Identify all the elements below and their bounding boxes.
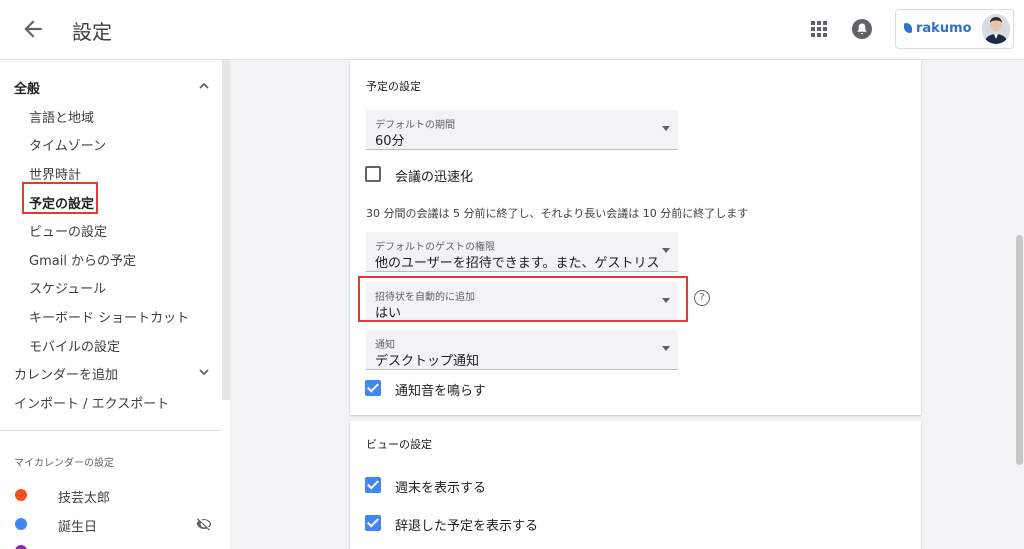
select-value: デスクトップ通知 (375, 354, 480, 369)
account-switcher[interactable]: rakumo (895, 9, 1014, 49)
notifications-select[interactable]: 通知 デスクトップ通知 (366, 330, 678, 370)
auto-add-highlight-frame (358, 276, 688, 322)
guest-permissions-select[interactable]: デフォルトのゲストの権限 他のユーザーを招待できます。また、ゲストリス… (366, 232, 678, 272)
my-calendar-item[interactable]: 誕生日 (58, 516, 97, 535)
brand-name: rakumo (916, 21, 972, 36)
calendar-color-dot (15, 518, 27, 530)
event-settings-card: 予定の設定 デフォルトの期間 60分 会議の迅速化 30 分間の会議は 5 分前… (350, 60, 921, 415)
sidebar-item-events-from-gmail[interactable]: Gmail からの予定 (29, 250, 136, 269)
show-weekends-checkbox[interactable] (365, 477, 381, 493)
brand-mark-icon (904, 23, 912, 33)
sidebar-scrollbar[interactable] (222, 60, 230, 400)
select-label: デフォルトの期間 (375, 120, 455, 131)
show-declined-checkbox[interactable] (365, 515, 381, 531)
brand-logo: rakumo (904, 21, 972, 36)
sidebar-divider (0, 430, 222, 431)
notifications-icon[interactable] (851, 18, 873, 40)
dropdown-caret-icon (662, 346, 670, 351)
event-settings-title: 予定の設定 (366, 80, 421, 93)
chevron-up-icon[interactable] (198, 80, 210, 92)
show-weekends-label: 週末を表示する (395, 481, 487, 496)
chevron-down-icon[interactable] (198, 366, 210, 378)
visibility-off-icon[interactable] (196, 516, 212, 532)
sidebar-item-language-region[interactable]: 言語と地域 (29, 107, 94, 126)
speedy-meetings-checkbox[interactable] (365, 166, 381, 182)
sidebar-item-view-settings[interactable]: ビューの設定 (29, 221, 107, 240)
page-title: 設定 (72, 20, 112, 44)
default-duration-select[interactable]: デフォルトの期間 60分 (366, 110, 678, 150)
avatar[interactable] (982, 14, 1010, 44)
back-arrow-icon[interactable] (20, 16, 46, 42)
calendar-color-dot (15, 489, 27, 501)
app-header: 設定 rakumo (0, 0, 1024, 60)
play-sound-checkbox[interactable] (365, 380, 381, 396)
view-settings-title: ビューの設定 (366, 438, 432, 451)
select-value: 60分 (375, 134, 405, 149)
dropdown-caret-icon (662, 126, 670, 131)
sidebar-item-schedule[interactable]: スケジュール (29, 278, 106, 297)
main-scrollbar[interactable] (1016, 235, 1023, 465)
speedy-meetings-label: 会議の迅速化 (395, 170, 474, 185)
speedy-meetings-note: 30 分間の会議は 5 分前に終了し、それより長い会議は 10 分前に終了します (366, 207, 749, 220)
sidebar-item-mobile-settings[interactable]: モバイルの設定 (29, 336, 120, 355)
my-calendars-label: マイカレンダーの設定 (14, 458, 114, 469)
sidebar-item-keyboard-shortcuts[interactable]: キーボード ショートカット (29, 307, 189, 326)
select-label: 通知 (375, 340, 395, 351)
sidebar-item-general[interactable]: 全般 (14, 78, 40, 97)
view-settings-card: ビューの設定 週末を表示する 辞退した予定を表示する (350, 421, 921, 549)
sidebar-item-world-clock[interactable]: 世界時計 (29, 164, 81, 183)
sidebar-item-import-export[interactable]: インポート / エクスポート (14, 393, 169, 412)
apps-grid-icon[interactable] (810, 20, 828, 38)
avatar-person-icon (984, 17, 1008, 44)
my-calendar-item[interactable]: 技芸太郎 (58, 487, 110, 506)
select-label: デフォルトのゲストの権限 (375, 242, 495, 253)
play-sound-label: 通知音を鳴らす (395, 384, 486, 399)
select-value: 他のユーザーを招待できます。また、ゲストリス… (375, 256, 660, 271)
sidebar-highlight-frame (22, 182, 98, 214)
help-icon[interactable]: ? (694, 290, 710, 306)
dropdown-caret-icon (662, 248, 670, 253)
sidebar-item-add-calendar[interactable]: カレンダーを追加 (14, 364, 118, 383)
show-declined-label: 辞退した予定を表示する (395, 519, 539, 534)
settings-sidebar: 全般 言語と地域 タイムゾーン 世界時計 予定の設定 ビューの設定 Gmail … (0, 60, 222, 549)
sidebar-item-timezone[interactable]: タイムゾーン (29, 135, 106, 154)
